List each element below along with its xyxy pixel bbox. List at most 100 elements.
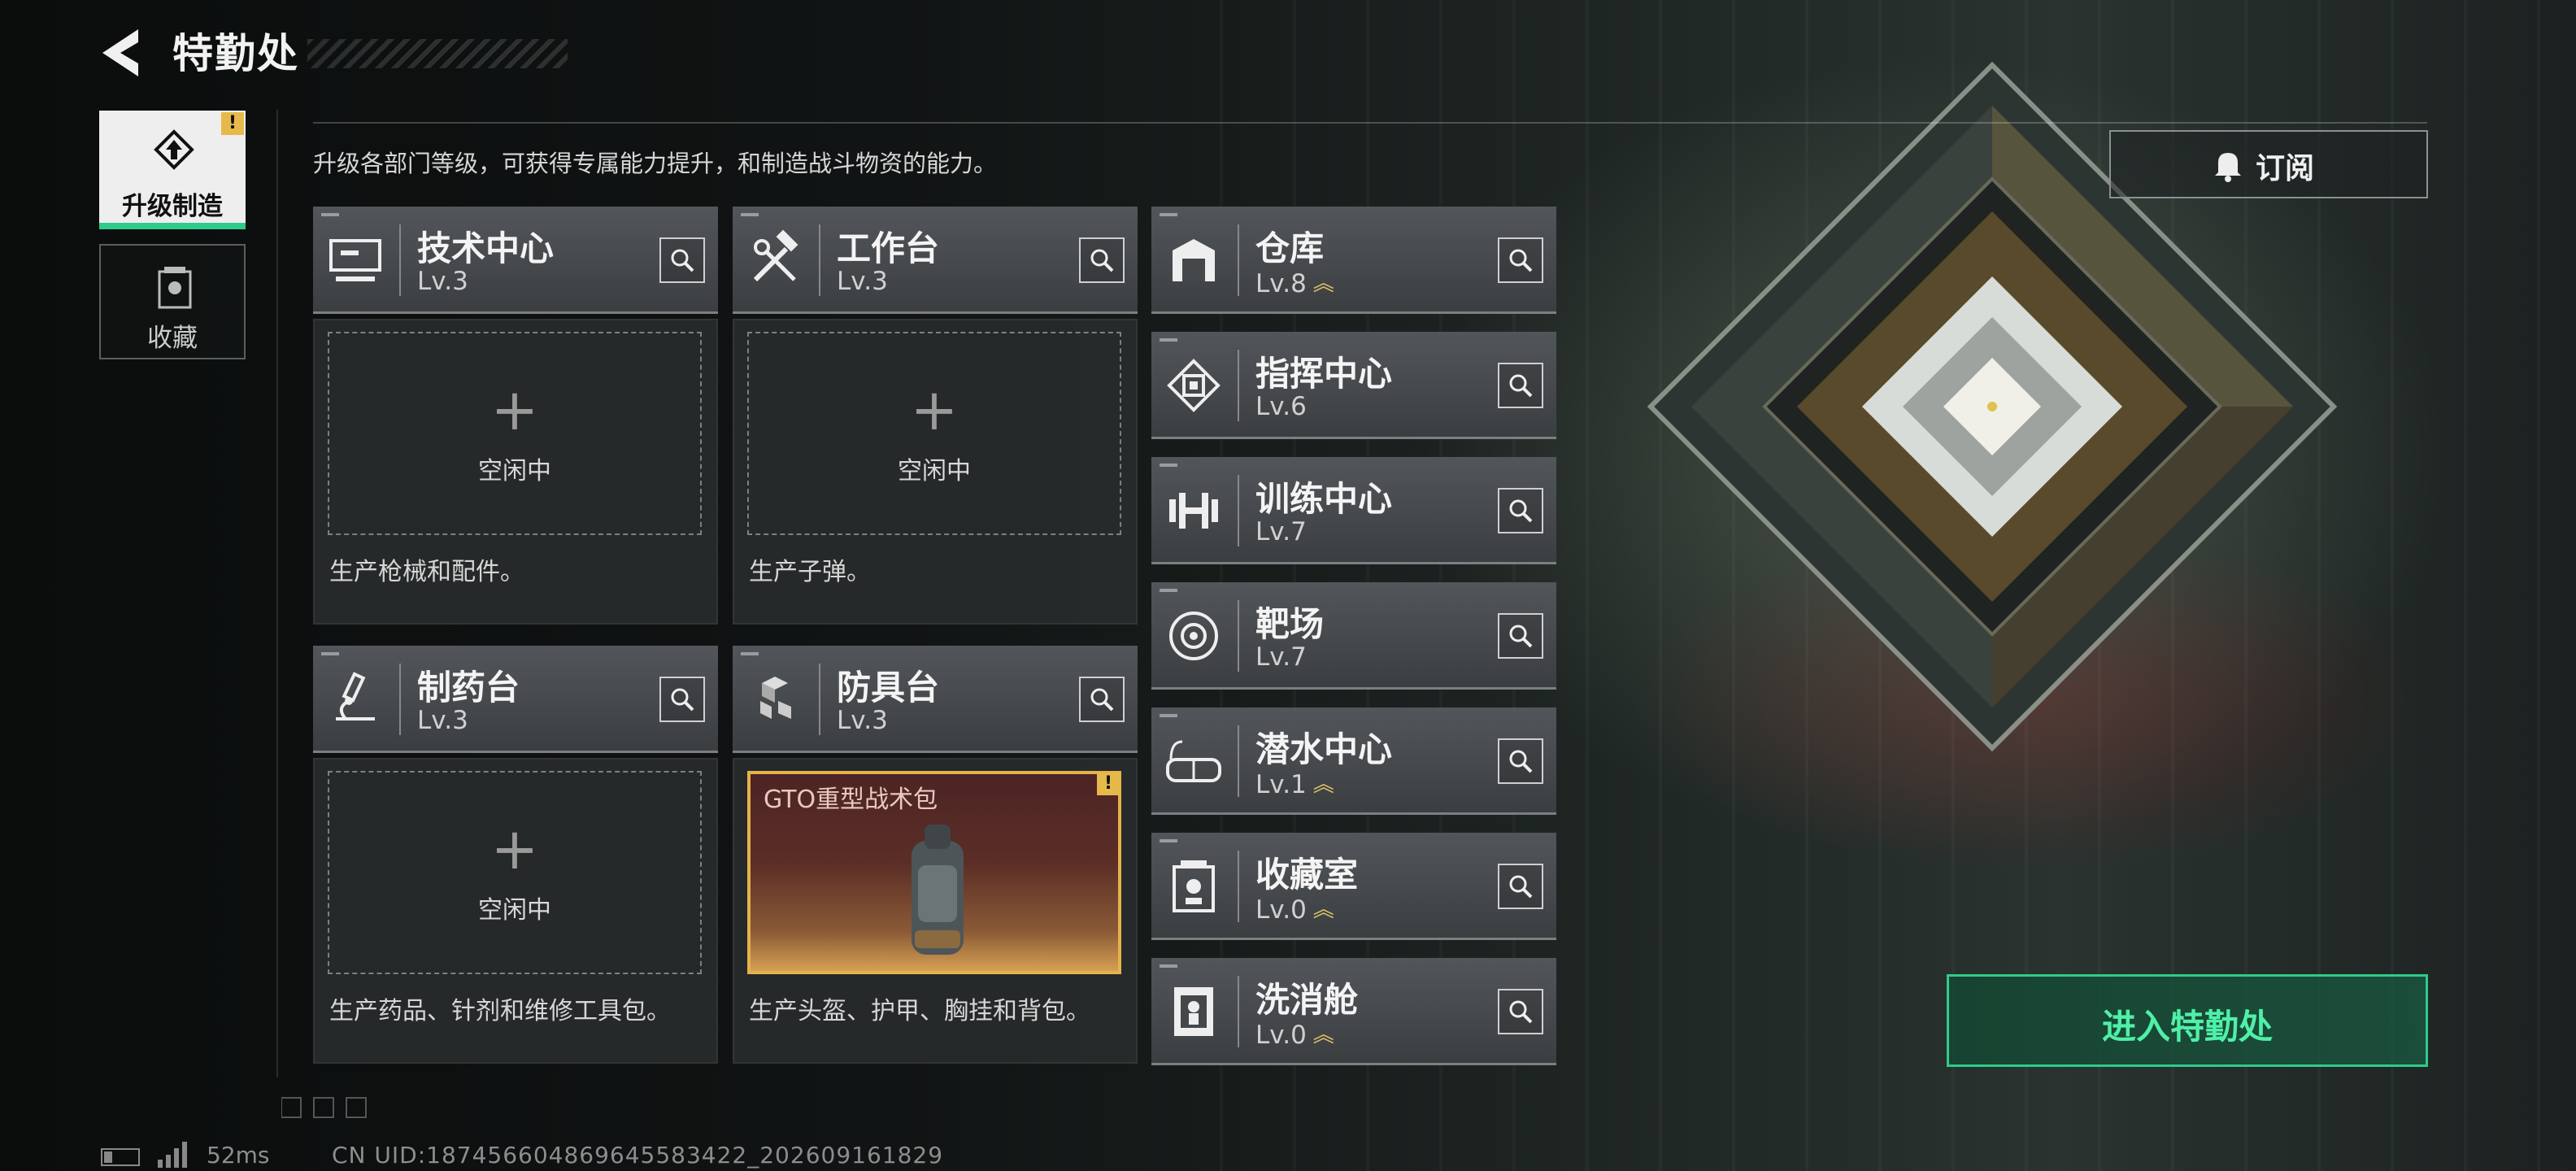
header-mark <box>1160 714 1177 717</box>
bell-icon <box>2215 153 2241 182</box>
upgrade-icon <box>154 129 194 170</box>
pharmacy-icon <box>336 672 375 720</box>
list-item-warehouse[interactable]: 仓库 Lv.8 ︽ <box>1151 207 1556 314</box>
enter-label: 进入特勤处 <box>2101 1007 2273 1047</box>
search-icon <box>1509 750 1533 773</box>
search-icon <box>1509 625 1533 648</box>
card-level: Lv.0 ︽ <box>1255 893 1334 925</box>
card-header-pharmacy[interactable]: 制药台 Lv.3 <box>313 646 718 753</box>
search-button[interactable] <box>1498 989 1543 1034</box>
training-center-icon <box>1169 493 1218 529</box>
decon-chamber-icon <box>1174 987 1213 1036</box>
header-separator <box>1238 224 1239 296</box>
card-header-tech-center[interactable]: 技术中心 Lv.3 <box>313 207 718 314</box>
search-icon <box>1509 374 1533 398</box>
alert-badge: ! <box>221 112 244 135</box>
workbench-icon <box>753 229 798 282</box>
upgrade-arrow-icon: ︽ <box>1312 1023 1334 1047</box>
card-name: 潜水中心 <box>1255 729 1393 769</box>
card-name: 靶场 <box>1255 604 1325 644</box>
level-text: Lv.1 <box>1255 770 1307 799</box>
backpack-image <box>912 825 964 955</box>
card-level: Lv.3 <box>417 706 468 735</box>
armor-bench-icon <box>760 677 791 719</box>
list-item-shooting-range[interactable]: 靶场 Lv.7 <box>1151 582 1556 690</box>
card-level: Lv.1 ︽ <box>1255 768 1334 799</box>
card-header-workbench[interactable]: 工作台 Lv.3 <box>733 207 1138 314</box>
command-center-icon <box>1167 359 1221 412</box>
card-name: 制药台 <box>417 668 520 707</box>
search-button[interactable] <box>659 677 705 722</box>
search-button[interactable] <box>1498 363 1543 408</box>
list-item-decon-chamber[interactable]: 洗消舱 Lv.0 ︽ <box>1151 958 1556 1065</box>
search-button[interactable] <box>1498 488 1543 533</box>
list-item-diving-center[interactable]: 潜水中心 Lv.1 ︽ <box>1151 707 1556 815</box>
card-level: Lv.8 ︽ <box>1255 267 1334 298</box>
tab-collection-label: 收藏 <box>147 324 198 353</box>
add-icon: + <box>490 816 539 882</box>
search-button[interactable] <box>659 237 705 283</box>
header-separator <box>399 224 401 296</box>
search-icon <box>1509 875 1533 899</box>
card-body-tech-center: + 空闲中 生产枪械和配件。 <box>313 319 718 625</box>
list-item-command-center[interactable]: 指挥中心 Lv.6 <box>1151 332 1556 439</box>
production-item[interactable]: GTO重型战术包 ! <box>747 771 1121 974</box>
card-level: Lv.3 <box>837 267 888 296</box>
search-button[interactable] <box>1498 613 1543 659</box>
card-name: 指挥中心 <box>1255 354 1393 394</box>
level-text: Lv.6 <box>1255 392 1307 421</box>
slot-status: 空闲中 <box>478 896 551 925</box>
list-item-training-center[interactable]: 训练中心 Lv.7 <box>1151 457 1556 564</box>
search-icon <box>1509 249 1533 272</box>
signal-icon <box>158 1142 187 1168</box>
search-button[interactable] <box>1498 738 1543 784</box>
header-separator <box>1238 350 1239 421</box>
tab-upgrade-craft[interactable]: 升级制造 ! <box>99 111 246 229</box>
empty-slot[interactable]: + 空闲中 <box>328 332 702 535</box>
card-level: Lv.3 <box>837 706 888 735</box>
search-button[interactable] <box>1498 864 1543 909</box>
card-name: 收藏室 <box>1255 855 1359 895</box>
header-separator <box>1238 976 1239 1047</box>
header-mark <box>741 213 759 216</box>
search-button[interactable] <box>1498 237 1543 283</box>
add-icon: + <box>910 377 959 443</box>
header-divider <box>313 122 2427 124</box>
card-name: 洗消舱 <box>1255 980 1359 1020</box>
search-icon <box>1509 1000 1533 1024</box>
list-item-collection-room[interactable]: 收藏室 Lv.0 ︽ <box>1151 833 1556 940</box>
card-level: Lv.7 <box>1255 642 1307 672</box>
search-icon <box>1090 249 1114 272</box>
tab-upgrade-label: 升级制造 <box>122 192 223 221</box>
collection-room-icon <box>1173 860 1215 912</box>
search-button[interactable] <box>1079 237 1125 283</box>
product-name: GTO重型战术包 <box>764 786 938 814</box>
user-uid: CN UID:18745660486964558342​2_2026091618… <box>332 1142 944 1169</box>
tech-center-icon <box>329 239 381 281</box>
enter-special-ops-button[interactable]: 进入特勤处 <box>1947 974 2428 1067</box>
page-subtitle: 升级各部门等级，可获得专属能力提升，和制造战斗物资的能力。 <box>313 150 998 177</box>
battery-icon <box>101 1148 140 1166</box>
active-tab-indicator <box>99 223 246 229</box>
empty-slot[interactable]: + 空闲中 <box>747 332 1121 535</box>
search-button[interactable] <box>1079 677 1125 722</box>
slot-status: 空闲中 <box>478 457 551 485</box>
subscribe-button[interactable]: 订阅 <box>2109 130 2428 198</box>
header-separator <box>1238 600 1239 672</box>
card-name: 训练中心 <box>1255 479 1393 519</box>
card-header-armor-bench[interactable]: 防具台 Lv.3 <box>733 646 1138 753</box>
back-arrow-icon[interactable] <box>98 24 146 81</box>
alert-badge: ! <box>1097 773 1120 795</box>
header-separator <box>399 664 401 735</box>
empty-slot[interactable]: + 空闲中 <box>328 771 702 974</box>
card-description: 生产枪械和配件。 <box>329 558 524 586</box>
tab-collection[interactable]: 收藏 <box>99 244 246 359</box>
sidebar-divider <box>276 110 278 1077</box>
level-text: Lv.0 <box>1255 1021 1307 1050</box>
header-separator <box>819 224 820 296</box>
header-mark <box>741 652 759 655</box>
upgrade-arrow-icon: ︽ <box>1312 272 1334 296</box>
header-mark <box>1160 464 1177 467</box>
header-separator <box>1238 475 1239 546</box>
level-text: Lv.7 <box>1255 642 1307 672</box>
